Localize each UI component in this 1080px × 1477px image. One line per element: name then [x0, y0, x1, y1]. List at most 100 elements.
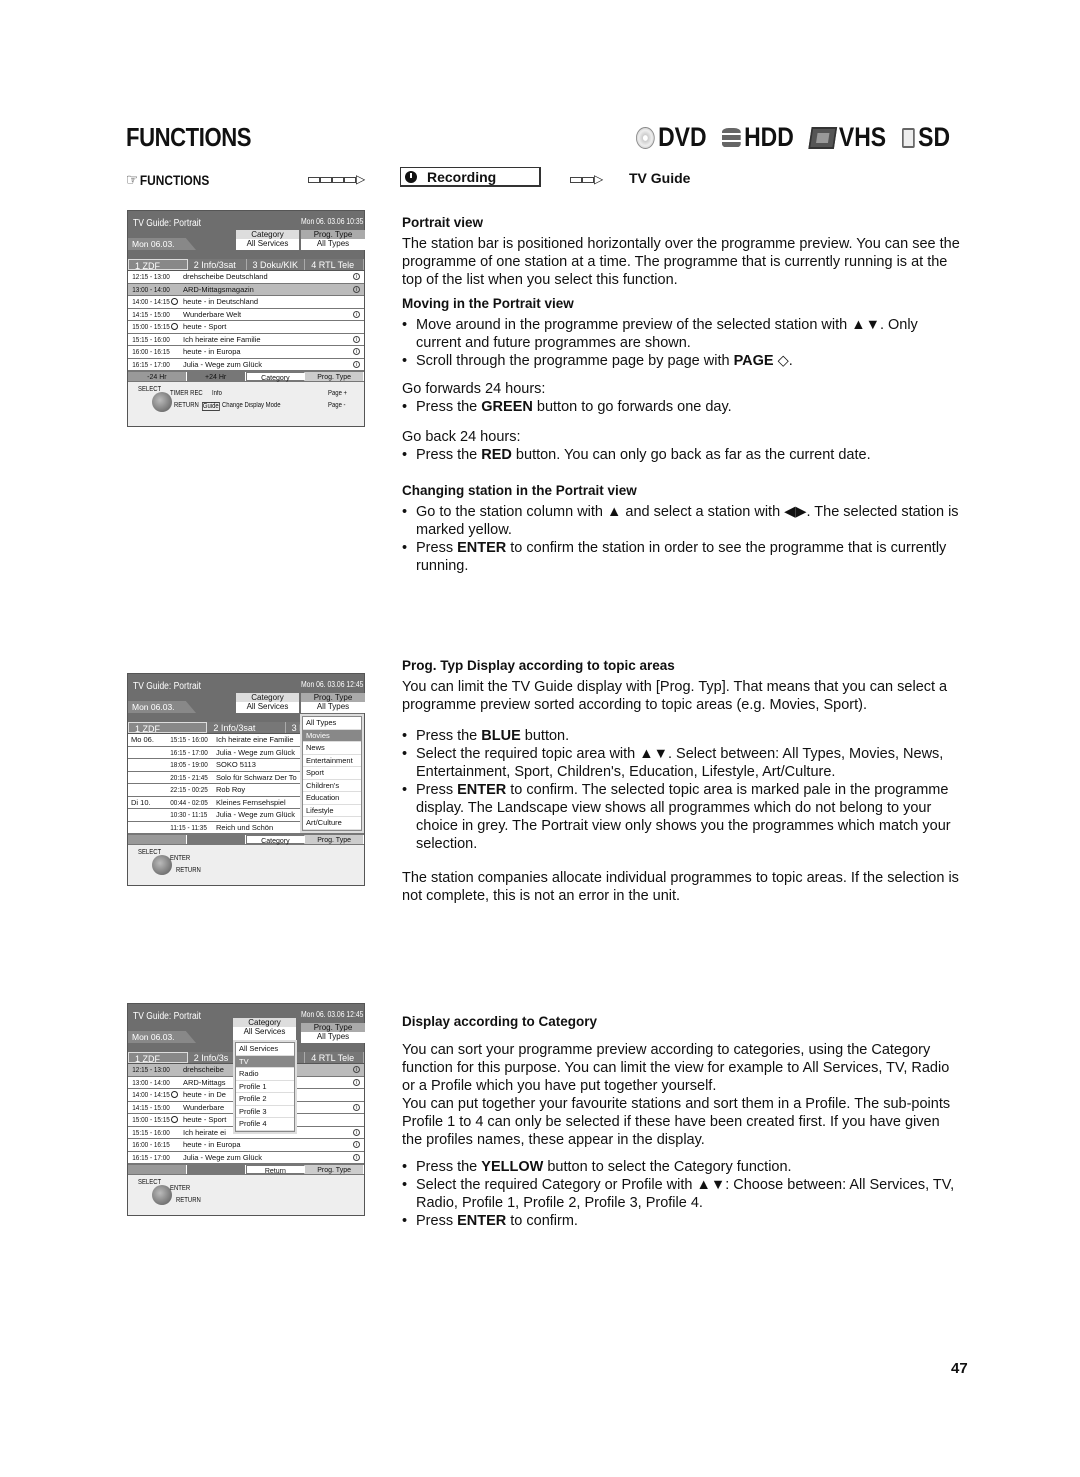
- paragraph: The station companies allocate individua…: [402, 870, 959, 904]
- bullet: Press ENTER to confirm.: [402, 1212, 962, 1230]
- programme-row[interactable]: 16:15 - 17:00 Julia - Wege zum Glück i: [128, 1152, 364, 1164]
- dropdown-option[interactable]: Sport: [303, 767, 361, 780]
- prog-type-filter[interactable]: Prog. Type All Types: [301, 1023, 365, 1043]
- dropdown-option[interactable]: Profile 4: [236, 1118, 294, 1131]
- row-title: Wunderbare Welt: [183, 309, 242, 319]
- function-key-yellow[interactable]: Return: [245, 1165, 306, 1175]
- media-vhs: VHS: [808, 122, 886, 153]
- row-time: 12:15 - 13:00: [132, 272, 170, 282]
- function-key-blue[interactable]: Prog. Type: [305, 835, 364, 844]
- row-title: heute - Sport: [183, 322, 227, 332]
- station-tab[interactable]: 2 Info/3sat: [207, 722, 286, 733]
- category-filter[interactable]: Category All Services: [236, 693, 299, 713]
- tv-guide-screen-portrait: TV Guide: Portrait Mon 06. 03.06 10:35 Mon…: [127, 210, 365, 427]
- category-value: All Services: [246, 239, 289, 248]
- info-icon: i: [353, 310, 360, 318]
- dropdown-option[interactable]: TV: [236, 1055, 294, 1068]
- function-key-green[interactable]: +24 Hr: [186, 372, 246, 381]
- dropdown-option[interactable]: Profile 1: [236, 1081, 294, 1093]
- programme-row[interactable]: 14:00 - 14:15 heute - in Deutschland: [128, 296, 364, 309]
- paragraph: Go forwards 24 hours:: [402, 381, 546, 397]
- function-key-red[interactable]: [128, 835, 187, 844]
- programme-row[interactable]: 13:00 - 14:00 ARD-Mittagsmagazin i: [128, 283, 364, 296]
- media-label: SD: [918, 122, 951, 152]
- info-icon: i: [353, 1128, 360, 1136]
- function-key-blue[interactable]: Prog. Type: [305, 1165, 364, 1174]
- programme-row[interactable]: 14:15 - 15:00 Wunderbare Welt i: [128, 309, 364, 321]
- function-key-red[interactable]: -24 Hr: [128, 372, 187, 381]
- prog-type-label: Prog. Type: [301, 693, 365, 702]
- screen-day: Mon 06.03.: [128, 238, 196, 250]
- programme-row[interactable]: 16:00 - 16:15 heute - in Europa i: [128, 346, 364, 359]
- dropdown-option[interactable]: Profile 3: [236, 1106, 294, 1118]
- row-time: 15:15 - 16:00: [132, 334, 170, 344]
- dropdown-option[interactable]: Profile 2: [236, 1093, 294, 1106]
- vhs-cassette-icon: [808, 126, 838, 149]
- station-tab[interactable]: 4 RTL Tele: [305, 1052, 364, 1063]
- dropdown-option[interactable]: Movies: [303, 729, 361, 742]
- programme-row[interactable]: 16:15 - 17:00 Julia - Wege zum Glück i: [128, 359, 364, 371]
- dropdown-option[interactable]: Entertainment: [303, 755, 361, 767]
- row-time: 20:15 - 21:45: [170, 772, 208, 782]
- programme-row[interactable]: 15:15 - 16:00 Ich heirate eine Familie i: [128, 334, 364, 346]
- bullet: Press the GREEN button to go forwards on…: [402, 398, 962, 416]
- dropdown-option[interactable]: Radio: [236, 1068, 294, 1081]
- row-time: 15:15 - 16:00: [170, 735, 208, 745]
- dropdown-option[interactable]: News: [303, 742, 361, 755]
- hdd-icon: [722, 127, 741, 148]
- screen-header: TV Guide: Portrait Mon 06. 03.06 10:35 Mon…: [128, 211, 365, 259]
- programme-row[interactable]: 15:00 - 15:15 heute - Sport: [128, 321, 364, 334]
- row-time: 16:00 - 16:15: [132, 1140, 170, 1150]
- dropdown-option[interactable]: Lifestyle: [303, 805, 361, 817]
- station-tab[interactable]: 4 RTL Tele: [305, 259, 364, 270]
- function-key-yellow[interactable]: Category: [245, 372, 306, 382]
- dropdown-option[interactable]: All Services: [236, 1043, 294, 1056]
- info-icon: i: [353, 285, 360, 293]
- remote-help: SELECT ENTER RETURN: [128, 845, 364, 885]
- row-time: 15:00 - 15:15: [132, 322, 170, 332]
- function-key-green[interactable]: [186, 835, 246, 844]
- info-icon: i: [353, 335, 360, 343]
- prog-type-value: All Types: [316, 239, 350, 248]
- prog-type-filter[interactable]: Prog. Type All Types: [301, 230, 365, 250]
- function-key-yellow[interactable]: Category: [245, 835, 306, 845]
- screen-datetime: Mon 06. 03.06 10:35: [300, 217, 363, 226]
- function-key-bar: Category Prog. Type: [128, 834, 364, 845]
- category-filter[interactable]: Category All Services: [233, 1018, 296, 1042]
- programme-row[interactable]: 12:15 - 13:00 drehscheibe Deutschland i: [128, 271, 364, 284]
- info-icon: i: [353, 1066, 360, 1074]
- prog-type-dropdown[interactable]: All Types Movies News Entertainment Sport Chi…: [302, 716, 362, 831]
- screen-title: TV Guide: Portrait: [133, 1011, 202, 1022]
- section-heading: Moving in the Portrait view: [402, 296, 574, 311]
- category-dropdown[interactable]: All Services TV Radio Profile 1 Profile 2 Pro…: [235, 1042, 295, 1132]
- prog-type-filter[interactable]: Prog. Type All Types: [301, 693, 365, 713]
- screen-day: Mon 06.03.: [128, 1031, 196, 1043]
- station-tab[interactable]: 1 ZDF: [128, 1052, 188, 1063]
- breadcrumb-recording: Recording: [400, 167, 541, 187]
- category-filter[interactable]: Category All Services: [236, 230, 299, 250]
- station-tab[interactable]: 1 ZDF: [128, 259, 188, 270]
- function-key-red[interactable]: [128, 1165, 187, 1174]
- info-icon: i: [353, 1153, 360, 1161]
- function-key-blue[interactable]: Prog. Type: [305, 372, 364, 381]
- station-tab[interactable]: 2 Info/3sat: [188, 259, 247, 270]
- dropdown-option[interactable]: Education: [303, 792, 361, 805]
- station-tab[interactable]: 3 Doku/KIK: [247, 259, 306, 270]
- screen-datetime: Mon 06. 03.06 12:45: [300, 1010, 363, 1019]
- programme-row[interactable]: 16:00 - 16:15 heute - in Europa i: [128, 1139, 364, 1152]
- row-time: 15:15 - 16:00: [132, 1127, 170, 1137]
- dropdown-option[interactable]: Children's: [303, 780, 361, 792]
- screen-title: TV Guide: Portrait: [133, 218, 202, 229]
- category-value: All Services: [243, 1027, 286, 1036]
- page-down-label: Page -: [328, 402, 346, 409]
- dropdown-option[interactable]: All Types: [303, 717, 361, 730]
- station-tab[interactable]: 1 ZDF: [128, 722, 208, 733]
- row-title: drehscheibe Deutschland: [183, 272, 268, 282]
- dropdown-option[interactable]: Art/Culture: [303, 817, 361, 830]
- row-time: 14:15 - 15:00: [132, 1102, 170, 1112]
- info-label: Info: [212, 390, 222, 397]
- row-time: 15:00 - 15:15: [132, 1115, 170, 1125]
- function-key-green[interactable]: [186, 1165, 246, 1174]
- bullet: Press ENTER to confirm the station in or…: [402, 539, 962, 575]
- paragraph: The station bar is positioned horizontal…: [402, 236, 960, 288]
